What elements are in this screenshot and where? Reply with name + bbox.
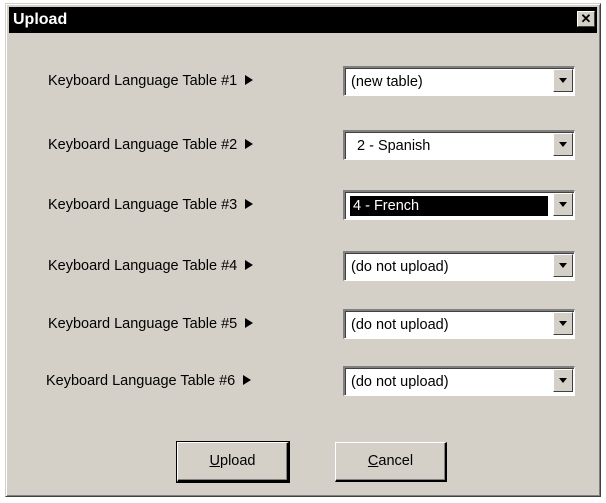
upload-button[interactable]: Upload xyxy=(176,441,290,483)
cancel-button[interactable]: Cancel xyxy=(335,442,447,482)
table-3-dropdown-button[interactable] xyxy=(553,193,573,216)
table-2-dropdown-button[interactable] xyxy=(553,133,573,156)
table-3-select[interactable]: 4 - French xyxy=(343,190,575,220)
arrow-right-icon xyxy=(245,318,254,329)
table-6-select[interactable]: (do not upload) xyxy=(343,366,575,396)
chevron-down-icon xyxy=(559,263,567,268)
table-1-dropdown-button[interactable] xyxy=(553,69,573,92)
arrow-right-icon xyxy=(243,375,252,386)
table-5-dropdown-button[interactable] xyxy=(553,312,573,335)
table-1-value: (new table) xyxy=(351,74,423,90)
table-3-value: 4 - French xyxy=(350,196,548,216)
arrow-right-icon xyxy=(245,75,254,86)
table-row-2: Keyboard Language Table #2 2 - Spanish xyxy=(6,130,602,160)
close-button[interactable]: ✕ xyxy=(577,11,595,27)
table-6-value: (do not upload) xyxy=(351,374,449,390)
arrow-right-icon xyxy=(245,199,254,210)
table-4-select[interactable]: (do not upload) xyxy=(343,251,575,281)
table-1-select[interactable]: (new table) xyxy=(343,66,575,96)
table-6-dropdown-button[interactable] xyxy=(553,369,573,392)
row-label-2: Keyboard Language Table #2 xyxy=(48,130,254,160)
chevron-down-icon xyxy=(559,78,567,83)
table-5-select[interactable]: (do not upload) xyxy=(343,309,575,339)
row-label-3: Keyboard Language Table #3 xyxy=(48,190,254,220)
table-4-value: (do not upload) xyxy=(351,259,449,275)
row-label-1: Keyboard Language Table #1 xyxy=(48,66,254,96)
table-row-1: Keyboard Language Table #1 (new table) xyxy=(6,66,602,96)
table-row-6: Keyboard Language Table #6 (do not uploa… xyxy=(6,366,602,396)
row-label-5: Keyboard Language Table #5 xyxy=(48,309,254,339)
chevron-down-icon xyxy=(559,142,567,147)
table-row-4: Keyboard Language Table #4 (do not uploa… xyxy=(6,251,602,281)
row-label-6: Keyboard Language Table #6 xyxy=(46,366,252,396)
table-2-value: 2 - Spanish xyxy=(357,138,431,154)
row-label-4: Keyboard Language Table #4 xyxy=(48,251,254,281)
window-title: Upload xyxy=(13,11,68,28)
arrow-right-icon xyxy=(245,260,254,271)
title-bar: Upload ✕ xyxy=(9,7,597,33)
table-4-dropdown-button[interactable] xyxy=(553,254,573,277)
upload-dialog: Upload ✕ Keyboard Language Table #1 (new… xyxy=(5,3,601,497)
chevron-down-icon xyxy=(559,202,567,207)
table-row-5: Keyboard Language Table #5 (do not uploa… xyxy=(6,309,602,339)
chevron-down-icon xyxy=(559,378,567,383)
table-5-value: (do not upload) xyxy=(351,317,449,333)
arrow-right-icon xyxy=(245,139,254,150)
close-icon: ✕ xyxy=(580,11,592,26)
table-2-select[interactable]: 2 - Spanish xyxy=(343,130,575,160)
table-row-3: Keyboard Language Table #3 4 - French xyxy=(6,190,602,220)
chevron-down-icon xyxy=(559,321,567,326)
